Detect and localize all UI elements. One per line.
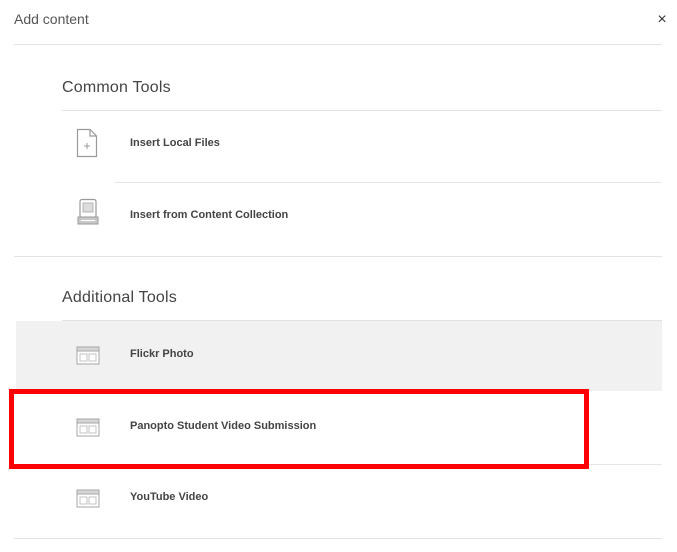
tool-window-icon xyxy=(76,418,100,437)
tool-label: Panopto Student Video Submission xyxy=(130,420,317,432)
tool-youtube-video[interactable]: YouTube Video xyxy=(16,464,662,534)
header-divider xyxy=(14,44,662,45)
tool-insert-local-files[interactable]: Insert Local Files xyxy=(16,110,662,180)
bottom-divider xyxy=(14,538,662,539)
dialog-header: Add content × xyxy=(0,0,677,44)
tool-insert-from-content-collection[interactable]: Insert from Content Collection xyxy=(16,182,662,252)
close-icon[interactable]: × xyxy=(652,10,672,30)
tool-window-icon xyxy=(76,489,100,508)
dialog-title: Add content xyxy=(14,11,89,27)
tool-label: Insert Local Files xyxy=(130,137,220,149)
tool-label: Insert from Content Collection xyxy=(130,209,289,221)
content-collection-icon xyxy=(77,198,99,225)
section-divider xyxy=(14,256,662,257)
tool-window-icon xyxy=(76,346,100,365)
tool-label: Flickr Photo xyxy=(130,348,194,360)
tool-flickr-photo[interactable]: Flickr Photo xyxy=(16,321,662,391)
tool-panopto-student-video-submission[interactable]: Panopto Student Video Submission xyxy=(16,393,662,463)
section-title-common-tools: Common Tools xyxy=(62,79,171,96)
section-title-additional-tools: Additional Tools xyxy=(62,289,177,306)
tool-label: YouTube Video xyxy=(130,491,209,503)
add-content-dialog: Add content × Common Tools Insert Local … xyxy=(0,0,677,552)
file-icon xyxy=(76,128,98,158)
